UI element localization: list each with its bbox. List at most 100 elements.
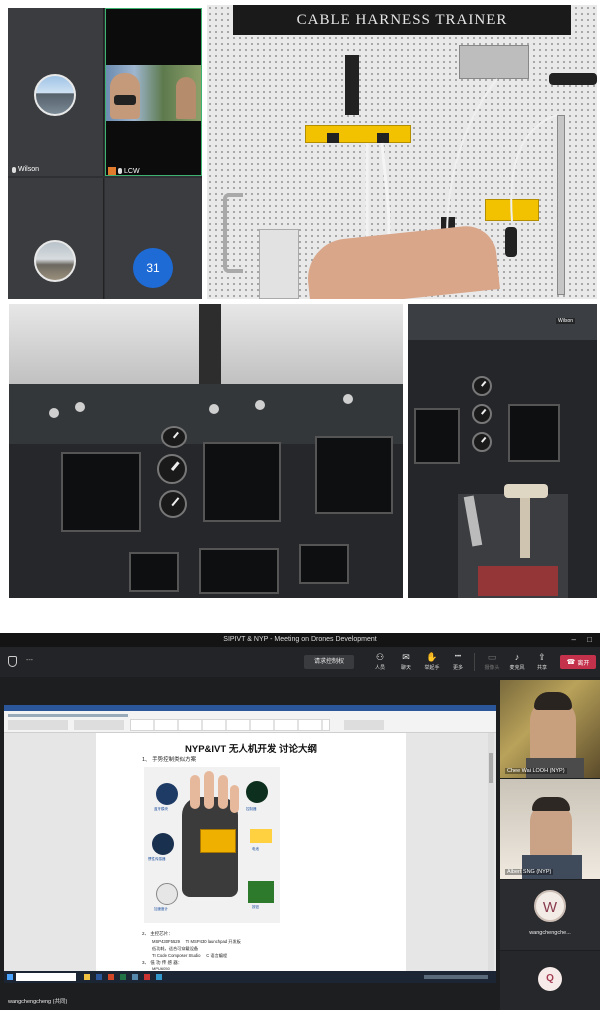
- document-text: MSP430F5529 TI MSP430 launchpad 开发板: [152, 939, 241, 944]
- window-title-bar: SIPIVT & NYP - Meeting on Drones Develop…: [0, 633, 600, 647]
- document-title: NYP&IVT 无人机开发 讨论大纲: [185, 744, 317, 755]
- document-text: TI Code Composer Studio C 语言编程: [152, 953, 228, 958]
- video-tile[interactable]: W wangchengche...: [500, 880, 600, 950]
- participant-tile-wilson[interactable]: Wilson: [8, 8, 104, 176]
- leave-button[interactable]: ☎ 离开: [560, 655, 596, 669]
- more-icon: •••: [454, 654, 462, 660]
- mic-button[interactable]: ♪ 麦克风: [505, 650, 529, 674]
- document-heading: 2、 主控芯片：: [142, 931, 173, 936]
- system-tray: [424, 975, 488, 979]
- share-icon: ⇪: [538, 652, 546, 662]
- more-participants-tile[interactable]: 31: [105, 178, 202, 299]
- raise-hand-button[interactable]: ✋ 举起手: [420, 650, 444, 674]
- taskbar-app-icon[interactable]: [108, 974, 114, 980]
- avatar: Q: [538, 967, 562, 991]
- minimize-button[interactable]: –: [572, 633, 576, 647]
- glareshield-panel: [9, 384, 403, 444]
- share-button[interactable]: ⇪ 共享: [530, 650, 554, 674]
- gauge: [159, 490, 187, 518]
- display-screen: [508, 404, 560, 462]
- shared-video-cockpit-right: Wilson: [408, 304, 597, 598]
- display-screen: [61, 452, 141, 532]
- toolbar-label: 摄像头: [484, 665, 500, 671]
- display-screen: [414, 408, 460, 464]
- meeting-id: ---: [26, 657, 33, 664]
- video-tile[interactable]: Chee Wai LOOH (NYP): [500, 680, 600, 778]
- gauge: [161, 426, 187, 448]
- video-tile[interactable]: Albert SNG (NYP): [500, 779, 600, 879]
- meeting-window: SIPIVT & NYP - Meeting on Drones Develop…: [0, 633, 600, 1010]
- host-icon: [108, 167, 116, 175]
- start-icon[interactable]: [7, 974, 13, 980]
- avatar: [34, 240, 76, 282]
- throttle-lever: [504, 484, 548, 498]
- document-heading: 1、 手势控制类似方案: [142, 757, 197, 763]
- toolbar-label: 举起手: [424, 665, 440, 671]
- shared-screen: NYP&IVT 无人机开发 讨论大纲 1、 手势控制类似方案 蓝牙模块 控制器 …: [4, 705, 496, 983]
- figure-label: 按钮: [252, 905, 259, 909]
- figure-label: 控制器: [246, 807, 257, 811]
- shield-icon[interactable]: [8, 656, 17, 667]
- chat-icon: ✉: [402, 652, 410, 662]
- people-button[interactable]: ⚇ 人员: [368, 650, 392, 674]
- presenter-label: wangchengcheng (共同): [8, 999, 68, 1005]
- document-area: NYP&IVT 无人机开发 讨论大纲 1、 手势控制类似方案 蓝牙模块 控制器 …: [4, 733, 496, 971]
- meeting-toolbar: --- 请求控制权 ⚇ 人员 ✉ 聊天 ✋ 举起手 ••• 更多 ▭ 摄像头 ♪…: [0, 647, 600, 677]
- window-title: SIPIVT & NYP - Meeting on Drones Develop…: [223, 636, 377, 643]
- windows-taskbar: [4, 971, 496, 983]
- taskbar-app-icon[interactable]: [156, 974, 162, 980]
- mic-icon: ♪: [514, 652, 520, 662]
- glove-figure: 蓝牙模块 控制器 惯性传感器 电池 加速度计 按钮: [144, 767, 280, 923]
- camera-button[interactable]: ▭ 摄像头: [480, 650, 504, 674]
- shared-video-cockpit-left: [9, 304, 403, 598]
- figure-label: 加速度计: [154, 907, 168, 911]
- avatar: [34, 74, 76, 116]
- taskbar-app-icon[interactable]: [96, 974, 102, 980]
- document-scrollbar[interactable]: [488, 733, 494, 971]
- taskbar-search[interactable]: [16, 973, 76, 981]
- mic-icon: [12, 166, 16, 173]
- participant-name: Albert SNG (NYP): [505, 869, 554, 875]
- participant-video: [106, 65, 201, 121]
- document-text: 低功耗，适合可穿戴设备: [152, 946, 199, 951]
- participant-video: [530, 803, 572, 859]
- raise-hand-icon: ✋: [426, 652, 438, 662]
- avatar: W: [534, 890, 566, 922]
- maximize-button[interactable]: □: [587, 633, 592, 647]
- taskbar-app-icon[interactable]: [132, 974, 138, 980]
- shared-video-cable-trainer: CABLE HARNESS TRAINER: [207, 5, 597, 299]
- figure-label: 惯性传感器: [148, 857, 166, 861]
- toolbar-label: 更多: [452, 665, 463, 671]
- request-control-button[interactable]: 请求控制权: [304, 655, 354, 669]
- video-collage: Wilson LCW 31 CABLE HARNESS TRAINER Wils…: [0, 0, 600, 600]
- taskbar-app-icon[interactable]: [120, 974, 126, 980]
- word-ribbon: [4, 711, 496, 733]
- participant-name: Chee Wai LOOH (NYP): [505, 768, 567, 774]
- toolbar-label: 聊天: [400, 665, 411, 671]
- participant-name-tag: LCW: [108, 167, 140, 175]
- participant-count-badge[interactable]: 31: [133, 248, 173, 288]
- participant-name: wangchengche...: [529, 930, 571, 936]
- figure-label: 电池: [252, 847, 259, 851]
- toolbar-label: 麦克风: [509, 665, 525, 671]
- participant-name-tag: Wilson: [12, 166, 39, 173]
- participant-name: LCW: [124, 167, 140, 175]
- leave-label: 离开: [577, 660, 590, 667]
- people-icon: ⚇: [375, 652, 385, 662]
- gauge: [472, 404, 492, 424]
- taskbar-app-icon[interactable]: [144, 974, 150, 980]
- display-screen: [203, 442, 281, 522]
- document-page: NYP&IVT 无人机开发 讨论大纲 1、 手势控制类似方案 蓝牙模块 控制器 …: [96, 733, 406, 971]
- chat-button[interactable]: ✉ 聊天: [394, 650, 418, 674]
- taskbar-app-icon[interactable]: [84, 974, 90, 980]
- participant-tile[interactable]: [8, 178, 104, 299]
- toolbar-label: 共享: [536, 665, 547, 671]
- participant-name: Wilson: [18, 166, 40, 173]
- gauge: [157, 454, 187, 484]
- camera-icon: ▭: [487, 652, 497, 662]
- video-tile[interactable]: Q: [500, 951, 600, 1010]
- participant-tile-lcw[interactable]: LCW: [105, 8, 202, 176]
- more-button[interactable]: ••• 更多: [446, 650, 470, 674]
- figure-label: 蓝牙模块: [154, 807, 168, 811]
- participant-name-tag: Wilson: [556, 318, 576, 324]
